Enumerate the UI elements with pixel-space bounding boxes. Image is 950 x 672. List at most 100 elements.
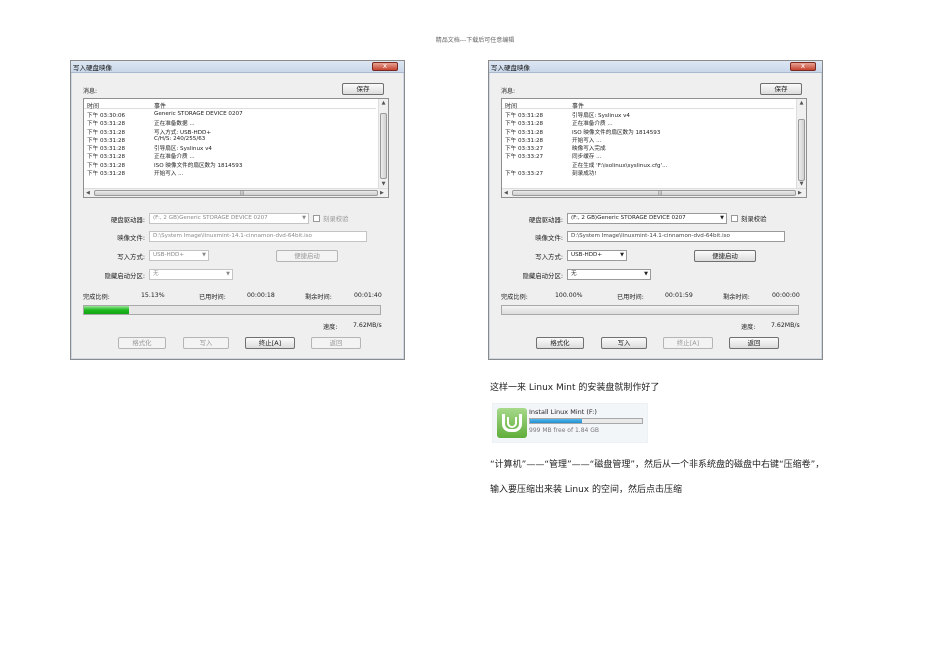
drive-name: Install Linux Mint (F:) [529,408,597,416]
write-mode-select[interactable]: USB-HDD+ ▼ [567,250,627,261]
elapsed-label: 已用时间: [617,294,644,301]
log-time: 下午 03:31:28 [87,129,126,136]
convenient-boot-button[interactable]: 便捷启动 [694,250,756,262]
paragraph-install-disk-ready: 这样一来 Linux Mint 的安装盘就制作好了 [490,383,660,393]
write-mode-label: 写入方式: [117,253,145,261]
chevron-down-icon: ▼ [644,271,648,277]
image-file-input[interactable]: D:\System Image\linuxmint-14.1-cinnamon-… [149,231,367,242]
log-time: 下午 03:31:28 [87,154,126,161]
scroll-down-arrow-icon[interactable]: ▼ [797,181,806,187]
drive-select[interactable]: (F:, 2 GB)Generic STORAGE DEVICE 0207 ▼ [149,213,309,224]
scroll-up-arrow-icon[interactable]: ▲ [797,100,806,106]
close-button[interactable]: x [372,62,398,71]
log-row: 正在生成 'F:\isolinux\syslinux.cfg'... [502,161,794,169]
remaining-value: 00:01:40 [354,292,382,299]
log-header: 时间 事件 [84,99,376,110]
scrollbar-thumb[interactable]: ||| [512,190,796,196]
dialog-title: 写入硬盘映像 [491,64,530,72]
scroll-left-arrow-icon[interactable]: ◀ [86,190,90,196]
page-watermark: 精品文档---下载后可任意编辑 [435,37,515,44]
write-disk-image-dialog-complete: 写入硬盘映像 x 消息: 保存 时间 事件 下午 03:31:28 引导扇区: S… [488,60,823,360]
drive-label: 硬盘驱动器: [110,216,145,224]
scroll-right-arrow-icon[interactable]: ▶ [380,190,384,196]
drive-select-value: (F:, 2 GB)Generic STORAGE DEVICE 0207 [153,215,268,221]
log-rows: 下午 03:31:28 引导扇区: Syslinux v4 下午 03:31:28… [502,111,794,177]
messages-label: 消息: [83,88,98,95]
remaining-label: 剩余时间: [723,294,750,301]
log-time: 下午 03:33:27 [505,154,544,161]
paragraph-disk-management-steps: “计算机”——“管理”——“磁盘管理”，然后从一个非系统盘的磁盘中右键“压缩卷”… [490,460,825,470]
progress-label: 完成比例: [83,294,110,301]
column-header-event[interactable]: 事件 [154,101,166,110]
log-time: 下午 03:31:28 [87,162,126,169]
remaining-value: 00:00:00 [772,292,800,299]
log-time: 下午 03:31:28 [87,171,126,178]
dialog-title: 写入硬盘映像 [73,64,112,72]
log-row: 下午 03:31:28 正在准备介质 ... [84,152,376,160]
image-file-value: D:\System Image\linuxmint-14.1-cinnamon-… [571,233,730,239]
verify-checkbox[interactable] [731,215,738,222]
chevron-down-icon: ▼ [302,215,306,221]
hidden-partition-select[interactable]: 无 ▼ [567,269,651,280]
write-button[interactable]: 写入 [601,337,647,349]
log-event: 映像写入完成 [572,146,606,153]
write-mode-value: USB-HDD+ [571,252,603,258]
log-row: 下午 03:31:28 正在准备介质 ... [502,119,794,127]
message-log-list[interactable]: 时间 事件 下午 03:31:28 引导扇区: Syslinux v4 下午 03… [501,98,807,198]
scrollbar-thumb[interactable] [380,113,387,179]
progress-bar [83,305,381,315]
log-time: 下午 03:31:28 [87,137,126,144]
log-vertical-scrollbar[interactable]: ▲ ▼ [378,99,388,189]
progress-fill [84,306,129,314]
log-vertical-scrollbar[interactable]: ▲ ▼ [796,99,806,189]
convenient-boot-button[interactable]: 便捷启动 [276,250,338,262]
scroll-left-arrow-icon[interactable]: ◀ [504,190,508,196]
chevron-down-icon: ▼ [226,271,230,277]
messages-label: 消息: [501,88,516,95]
drive-select[interactable]: (F:, 2 GB)Generic STORAGE DEVICE 0207 ▼ [567,213,727,224]
progress-bar [501,305,799,315]
image-file-value: D:\System Image\linuxmint-14.1-cinnamon-… [153,233,312,239]
scroll-up-arrow-icon[interactable]: ▲ [379,100,388,106]
log-event: 刻录成功! [572,171,597,178]
return-button[interactable]: 返回 [729,337,779,349]
scrollbar-thumb[interactable]: ||| [94,190,378,196]
image-file-input[interactable]: D:\System Image\linuxmint-14.1-cinnamon-… [567,231,785,242]
write-button[interactable]: 写入 [183,337,229,349]
column-header-time[interactable]: 时间 [87,101,99,110]
format-button[interactable]: 格式化 [118,337,166,349]
log-horizontal-scrollbar[interactable]: ◀ ||| ▶ [84,188,388,197]
log-event: C/H/S: 240/255/63 [154,135,206,142]
log-event: ISO 映像文件的扇区数为 1814593 [154,162,243,169]
abort-button[interactable]: 终止[A] [245,337,295,349]
message-log-list[interactable]: 时间 事件 下午 03:30:06 Generic STORAGE DEVICE … [83,98,389,198]
log-event: Generic STORAGE DEVICE 0207 [154,111,243,117]
log-time: 下午 03:31:28 [87,146,126,153]
write-mode-select[interactable]: USB-HDD+ ▼ [149,250,209,261]
format-button[interactable]: 格式化 [536,337,584,349]
install-linux-mint-drive-tile[interactable]: Install Linux Mint (F:) 999 MB free of 1… [492,403,648,443]
close-button[interactable]: x [790,62,816,71]
column-header-time[interactable]: 时间 [505,101,517,110]
elapsed-value: 00:01:59 [665,292,693,299]
log-horizontal-scrollbar[interactable]: ◀ ||| ▶ [502,188,806,197]
verify-checkbox[interactable] [313,215,320,222]
log-row: 下午 03:30:06 Generic STORAGE DEVICE 0207 [84,111,376,119]
return-button[interactable]: 返回 [311,337,361,349]
save-button[interactable]: 保存 [760,83,802,95]
scroll-down-arrow-icon[interactable]: ▼ [379,181,388,187]
write-disk-image-dialog-in-progress: 写入硬盘映像 x 消息: 保存 时间 事件 下午 03:30:06 Generic… [70,60,405,360]
drive-select-value: (F:, 2 GB)Generic STORAGE DEVICE 0207 [571,215,686,221]
scrollbar-thumb[interactable] [798,119,805,181]
grip-icon: ||| [240,190,245,195]
save-button[interactable]: 保存 [342,83,384,95]
hidden-partition-select[interactable]: 无 ▼ [149,269,233,280]
log-event: 同步缓存 ... [572,154,602,161]
column-header-event[interactable]: 事件 [572,101,584,110]
remaining-label: 剩余时间: [305,294,332,301]
abort-button[interactable]: 终止[A] [663,337,713,349]
chevron-down-icon: ▼ [620,252,624,258]
log-row: 下午 03:31:28 引导扇区: Syslinux v4 [502,111,794,119]
dialog-titlebar: 写入硬盘映像 x [489,61,822,73]
scroll-right-arrow-icon[interactable]: ▶ [798,190,802,196]
